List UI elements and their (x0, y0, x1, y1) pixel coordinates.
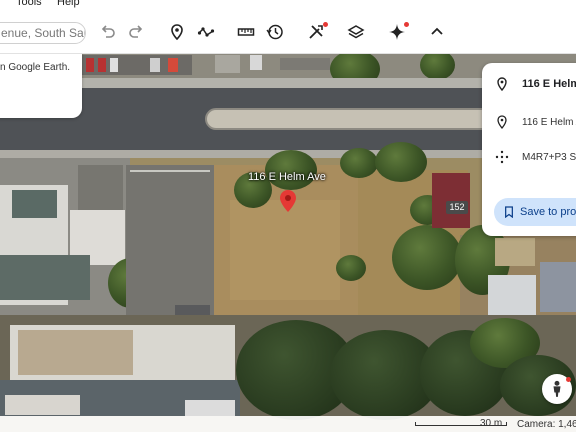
layers-icon[interactable] (344, 20, 368, 44)
map-parking-line (130, 170, 210, 172)
place-panel: 116 E Helm 116 E Helm A M4R7+P3 Sc Save … (482, 63, 576, 236)
path-icon[interactable] (194, 20, 218, 44)
map-tree (336, 255, 366, 281)
save-to-project-button[interactable]: Save to proj (494, 198, 576, 226)
map-tree (340, 148, 378, 178)
plus-code: M4R7+P3 Sc (522, 151, 576, 163)
placemark-icon (497, 77, 507, 91)
place-label[interactable]: 116 E Helm Ave (248, 171, 326, 183)
map-road-median (205, 108, 495, 130)
map-car (168, 58, 178, 72)
notification-dot (566, 377, 571, 382)
pegman-icon[interactable] (542, 374, 572, 404)
info-card-text: n Google Earth. (0, 62, 71, 73)
map-building-roof (185, 400, 235, 416)
map-lot (495, 238, 535, 266)
plus-code-icon (495, 150, 509, 164)
map-tree (375, 142, 427, 182)
map-building-roof (5, 395, 80, 415)
plus-code-row[interactable]: M4R7+P3 Sc (482, 147, 576, 167)
place-address-row[interactable]: 116 E Helm A (482, 112, 576, 132)
map-parking (78, 165, 123, 210)
map-tree (265, 150, 317, 190)
map-car (250, 55, 262, 70)
map-car (110, 58, 118, 72)
menu-help[interactable]: Help (57, 0, 80, 8)
tools-icon[interactable] (304, 20, 328, 44)
search-input[interactable]: enue, South Salt (0, 22, 86, 44)
redo-icon[interactable] (124, 20, 148, 44)
place-title: 116 E Helm (522, 78, 576, 90)
map-parking-lot (126, 165, 214, 315)
map-dirt (230, 200, 340, 300)
historical-imagery-icon[interactable] (263, 20, 287, 44)
menu-tools[interactable]: Tools (16, 0, 42, 8)
map-building (215, 55, 240, 73)
location-icon (497, 115, 507, 129)
scale-label: 30 m (480, 418, 503, 429)
menu-bar: Tools Help (0, 0, 576, 9)
map-car (98, 58, 106, 72)
map-driveway (280, 58, 330, 70)
map-building-roof (18, 330, 133, 375)
camera-altitude: Camera: 1,46 (517, 419, 576, 430)
chevron-up-icon[interactable] (425, 20, 449, 44)
location-pin-icon[interactable] (280, 190, 296, 212)
gemini-icon[interactable] (385, 20, 409, 44)
place-address: 116 E Helm A (522, 116, 576, 128)
ruler-icon[interactable] (234, 20, 258, 44)
save-button-label: Save to proj (520, 206, 576, 218)
notification-dot (404, 22, 409, 27)
map-car (86, 58, 94, 72)
notification-dot (323, 22, 328, 27)
place-title-row: 116 E Helm (482, 74, 576, 94)
map-building-roof (0, 255, 90, 300)
status-bar: 30 m Camera: 1,46 (0, 416, 576, 432)
map-building-roof (12, 190, 57, 218)
map-tree (392, 225, 462, 290)
info-card: n Google Earth. (0, 48, 82, 118)
placemark-icon[interactable] (165, 20, 189, 44)
map-structure (540, 262, 576, 312)
map-tree (420, 50, 455, 80)
toolbar: enue, South Salt (0, 9, 576, 54)
undo-icon[interactable] (96, 20, 120, 44)
bookmark-icon (505, 206, 513, 218)
map-car (150, 58, 160, 72)
house-number-label: 152 (446, 201, 468, 214)
map-building-roof (488, 275, 536, 317)
